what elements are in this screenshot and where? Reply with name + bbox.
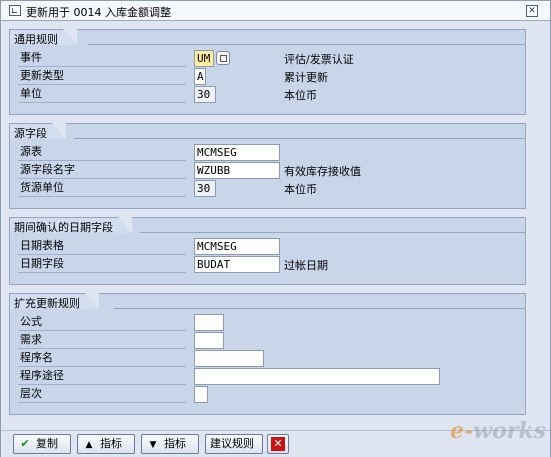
group-extended-rules: 扩充更新规则 公式 需求 程序名 程序途径 层次 [9,293,526,415]
group-date-fields: 期间确认的日期字段 日期表格 MCMSEG 日期字段 BUDAT 过帐日期 [9,217,526,285]
copy-button[interactable]: ✔ 复制 [13,434,71,454]
group-title: 期间确认的日期字段 [9,217,132,234]
cancel-icon: ✕ [271,437,285,451]
arrow-down-icon: ▼ [149,440,157,450]
field-label: 程序途径 [18,368,186,385]
source-table-field[interactable]: MCMSEG [194,144,280,161]
unit-field[interactable]: 30 [194,86,216,103]
row-requirement: 需求 [18,332,518,349]
row-source-table: 源表 MCMSEG [18,144,518,161]
copy-button-label: 复制 [36,437,58,450]
row-source-field-name: 源字段名字 WZUBB 有效库存接收值 [18,162,518,179]
field-label: 层次 [18,386,186,403]
row-date-table: 日期表格 MCMSEG [18,238,518,255]
propose-rules-button[interactable]: 建议规则 [205,434,263,454]
group-title: 源字段 [9,123,66,140]
update-type-description: 累计更新 [284,71,328,84]
event-description: 评估/发票认证 [284,53,354,66]
dialog-window: 更新用于 0014 入库金额调整 ✕ 通用规则 事件 UM 评估/发票认证 更新… [0,0,551,457]
unit-description: 本位币 [284,89,317,102]
field-label: 单位 [18,86,186,103]
field-label: 事件 [18,50,186,67]
group-source-fields: 源字段 源表 MCMSEG 源字段名字 WZUBB 有效库存接收值 货源单位 3… [9,123,526,209]
source-unit-field[interactable]: 30 [194,180,216,197]
program-path-field[interactable] [194,368,440,385]
date-table-field[interactable]: MCMSEG [194,238,280,255]
field-label: 货源单位 [18,180,186,197]
cancel-button[interactable]: ✕ [267,434,289,454]
group-title: 通用规则 [9,29,77,46]
date-field-field[interactable]: BUDAT [194,256,280,273]
field-label: 公式 [18,314,186,331]
field-label: 日期字段 [18,256,186,273]
group-general-rules: 通用规则 事件 UM 评估/发票认证 更新类型 A 累计更新 单位 30 本位币 [9,29,526,115]
source-field-description: 有效库存接收值 [284,165,361,178]
update-type-field[interactable]: A [194,68,206,85]
row-program-path: 程序途径 [18,368,518,385]
event-field[interactable]: UM [194,50,214,67]
propose-rules-label: 建议规则 [210,437,254,450]
check-icon: ✔ [20,437,30,450]
row-source-unit: 货源单位 30 本位币 [18,180,518,197]
requirement-field[interactable] [194,332,224,349]
program-name-field[interactable] [194,350,264,367]
arrow-up-icon: ▲ [85,440,93,450]
date-field-description: 过帐日期 [284,259,328,272]
field-label: 日期表格 [18,238,186,255]
row-update-type: 更新类型 A 累计更新 [18,68,518,85]
field-label: 源字段名字 [18,162,186,179]
close-icon[interactable]: ✕ [526,5,538,17]
row-level: 层次 [18,386,518,403]
row-date-field: 日期字段 BUDAT 过帐日期 [18,256,518,273]
formula-field[interactable] [194,314,224,331]
field-label: 源表 [18,144,186,161]
field-label: 需求 [18,332,186,349]
previous-indicator-button[interactable]: ▲ 指标 [77,434,135,454]
window-title: 更新用于 0014 入库金额调整 [26,6,171,19]
next-indicator-button[interactable]: ▼ 指标 [141,434,199,454]
f4-help-icon[interactable] [216,51,230,65]
title-bar: 更新用于 0014 入库金额调整 ✕ [1,1,550,21]
watermark-initial: e- [450,418,474,444]
row-event: 事件 UM 评估/发票认证 [18,50,518,67]
next-indicator-label: 指标 [164,437,186,450]
source-field-name-field[interactable]: WZUBB [194,162,280,179]
watermark-logo: e-works [450,418,546,452]
level-field[interactable] [194,386,208,403]
field-label: 程序名 [18,350,186,367]
source-unit-description: 本位币 [284,183,317,196]
group-title: 扩充更新规则 [9,293,99,310]
watermark-brand: works [473,418,546,444]
row-unit: 单位 30 本位币 [18,86,518,103]
row-program-name: 程序名 [18,350,518,367]
previous-indicator-label: 指标 [100,437,122,450]
row-formula: 公式 [18,314,518,331]
field-label: 更新类型 [18,68,186,85]
window-icon [9,5,21,16]
